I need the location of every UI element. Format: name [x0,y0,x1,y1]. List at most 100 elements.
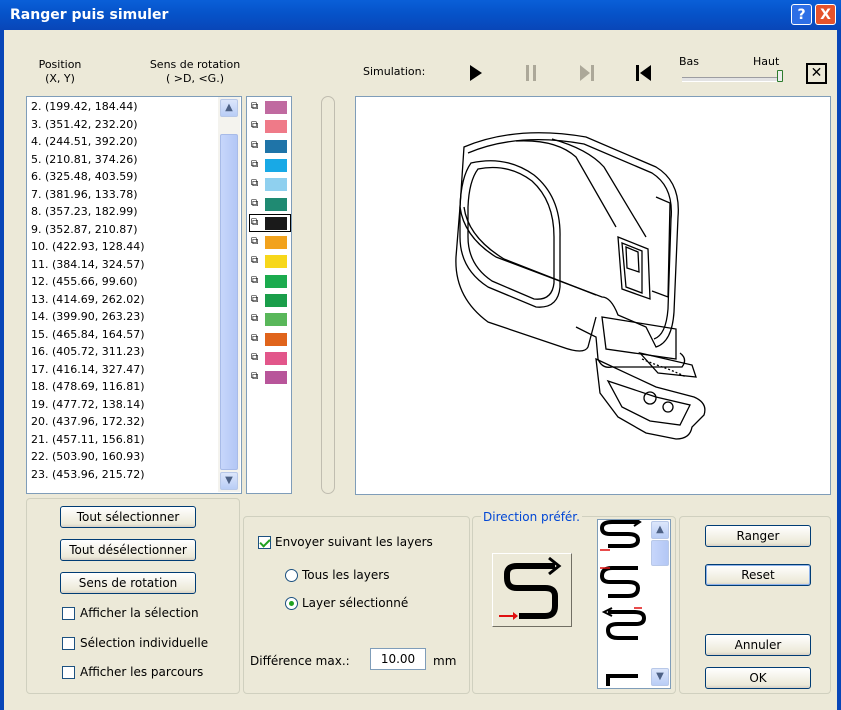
preview-canvas[interactable] [355,96,831,495]
serpentine-direction-icon [499,556,562,620]
point-label: 20. (437.96, 172.32) [31,415,145,428]
point-row[interactable]: 17. (416.14, 327.47) [31,362,145,378]
reset-button[interactable]: Reset [705,564,811,586]
layer-color-row[interactable]: ⧉ [250,331,290,347]
max-diff-input[interactable]: 10.00 [370,648,426,670]
point-row[interactable]: 19. (477.72, 138.14) [31,397,145,413]
direction-title: Direction préfér. [481,510,582,524]
direction-scroll-thumb[interactable] [651,540,669,566]
layer-color-row[interactable]: ⧉ [250,138,290,154]
point-row[interactable]: 9. (352.87, 210.87) [31,222,138,238]
select-all-button[interactable]: Tout sélectionner [60,506,196,528]
layer-color-swatch [265,236,287,250]
max-diff-label: Différence max.: [250,654,350,668]
help-button[interactable]: ? [791,4,812,25]
scroll-thumb[interactable] [220,134,238,470]
stop-close-icon[interactable]: ✕ [806,63,827,84]
layer-icon: ⧉ [251,332,259,344]
point-row[interactable]: 18. (478.69, 116.81) [31,379,145,395]
point-row[interactable]: 4. (244.51, 392.20) [31,134,138,150]
point-row[interactable]: 12. (455.66, 99.60) [31,274,138,290]
pause-icon[interactable] [518,60,544,86]
layer-color-swatch [265,255,287,269]
selected-layer-radio[interactable] [285,597,298,610]
rewind-to-start-icon[interactable] [631,60,657,86]
show-selection-checkbox[interactable] [62,607,75,620]
all-layers-radio[interactable] [285,569,298,582]
rotation-button[interactable]: Sens de rotation [60,572,196,594]
layer-color-row[interactable]: ⧉ [250,99,290,115]
point-row[interactable]: 7. (381.96, 133.78) [31,187,138,203]
layer-color-row[interactable]: ⧉ [250,273,290,289]
close-button[interactable]: X [815,4,836,25]
layer-color-swatch [265,120,287,134]
ranger-button[interactable]: Ranger [705,525,811,547]
point-row[interactable]: 13. (414.69, 262.02) [31,292,145,308]
layer-color-row[interactable]: ⧉ [250,311,290,327]
direction-scroll-down[interactable]: ▼ [651,668,669,686]
speed-low-label: Bas [679,55,700,68]
layer-color-swatch [265,139,287,153]
selected-direction-button[interactable] [492,553,572,627]
speed-slider[interactable] [682,77,782,82]
layer-color-swatch [265,216,287,230]
point-row[interactable]: 5. (210.81, 374.26) [31,152,138,168]
layer-icon: ⧉ [251,197,259,209]
selected-layer-label: Layer sélectionné [302,596,409,610]
layer-color-row[interactable]: ⧉ [250,176,290,192]
speed-slider-knob[interactable] [777,70,783,82]
panel-splitter[interactable] [321,96,335,494]
point-row[interactable]: 21. (457.11, 156.81) [31,432,145,448]
show-paths-checkbox[interactable] [62,666,75,679]
point-row[interactable]: 8. (357.23, 182.99) [31,204,138,220]
layer-color-row[interactable]: ⧉ [250,196,290,212]
layer-icon: ⧉ [251,101,259,112]
point-label: 14. (399.90, 263.23) [31,310,145,323]
play-icon[interactable] [462,60,488,86]
layer-color-list[interactable]: ⧉ ⧉ ⧉ ⧉ ⧉ ⧉ ⧉ ⧉ ⧉ ⧉ ⧉ ⧉ ⧉ ⧉ ⧉ [246,96,292,494]
point-row[interactable]: 10. (422.93, 128.44) [31,239,145,255]
point-row[interactable]: 15. (465.84, 164.57) [31,327,145,343]
point-row[interactable]: 16. (405.72, 311.23) [31,344,145,360]
layer-icon: ⧉ [251,178,259,190]
point-row[interactable]: 2. (199.42, 184.44) [31,99,138,115]
layer-icon: ⧉ [251,294,259,305]
deselect-all-button[interactable]: Tout désélectionner [60,539,196,561]
simulation-label: Simulation: [363,65,426,78]
point-row[interactable]: 20. (437.96, 172.32) [31,414,145,430]
point-row[interactable]: 3. (351.42, 232.20) [31,117,138,133]
point-label: 23. (453.96, 215.72) [31,467,145,481]
point-row[interactable]: 22. (503.90, 160.93) [31,449,145,465]
position-header: Position (X, Y) [38,58,82,85]
layer-color-row[interactable]: ⧉ [250,253,290,269]
layer-color-row[interactable]: ⧉ [249,213,291,232]
annuler-button[interactable]: Annuler [705,634,811,656]
point-row[interactable]: 6. (325.48, 403.59) [31,169,138,185]
individual-selection-checkbox[interactable] [62,637,75,650]
point-label: 18. (478.69, 116.81) [31,380,145,393]
ok-button[interactable]: OK [705,667,811,689]
step-forward-icon[interactable] [574,60,600,86]
point-row[interactable]: 11. (384.14, 324.57) [31,257,145,273]
layer-color-row[interactable]: ⧉ [250,234,290,250]
point-label: 11. (384.14, 324.57) [31,257,145,271]
scroll-up-button[interactable]: ▲ [220,99,238,117]
layer-color-row[interactable]: ⧉ [250,157,290,173]
point-list[interactable]: 2. (199.42, 184.44)>3. (351.42, 232.20)>… [26,96,242,494]
point-label: 9. (352.87, 210.87) [31,222,138,236]
layer-color-swatch [265,371,287,385]
point-row[interactable]: 14. (399.90, 263.23) [31,309,145,325]
direction-scroll-up[interactable]: ▲ [651,521,669,539]
layer-color-row[interactable]: ⧉ [250,118,290,134]
scroll-down-button[interactable]: ▼ [220,472,238,490]
point-row[interactable]: 23. (453.96, 215.72) [31,467,145,483]
point-label: 8. (357.23, 182.99) [31,205,138,218]
layer-color-row[interactable]: ⧉ [250,369,290,385]
layer-color-row[interactable]: ⧉ [250,292,290,308]
title-bar: Ranger puis simuler ? X [0,0,841,30]
point-label: 22. (503.90, 160.93) [31,450,145,463]
send-by-layers-checkbox[interactable] [258,536,271,549]
layer-icon: ⧉ [251,255,259,267]
max-diff-unit: mm [433,654,457,668]
layer-color-row[interactable]: ⧉ [250,350,290,366]
